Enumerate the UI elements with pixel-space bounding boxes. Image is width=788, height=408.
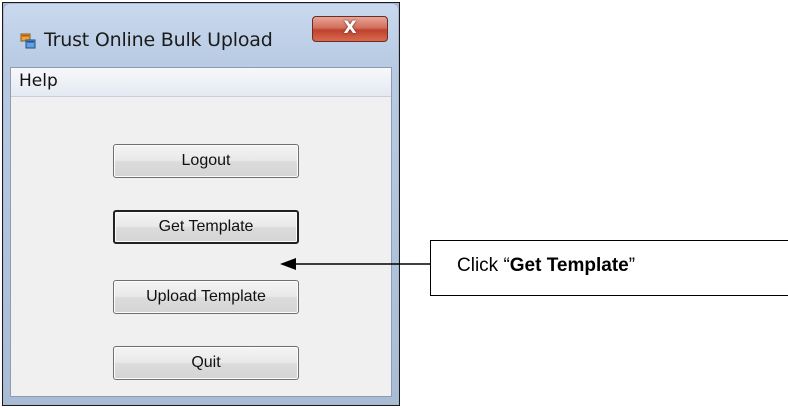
callout-prefix: Click “ bbox=[457, 255, 510, 276]
pointer-arrow bbox=[280, 258, 430, 270]
callout-emphasis: Get Template bbox=[509, 255, 629, 276]
callout-suffix: ” bbox=[628, 255, 636, 276]
callout-text: Click “Get Template” bbox=[457, 255, 635, 277]
instruction-callout: Click “Get Template” bbox=[430, 240, 788, 296]
